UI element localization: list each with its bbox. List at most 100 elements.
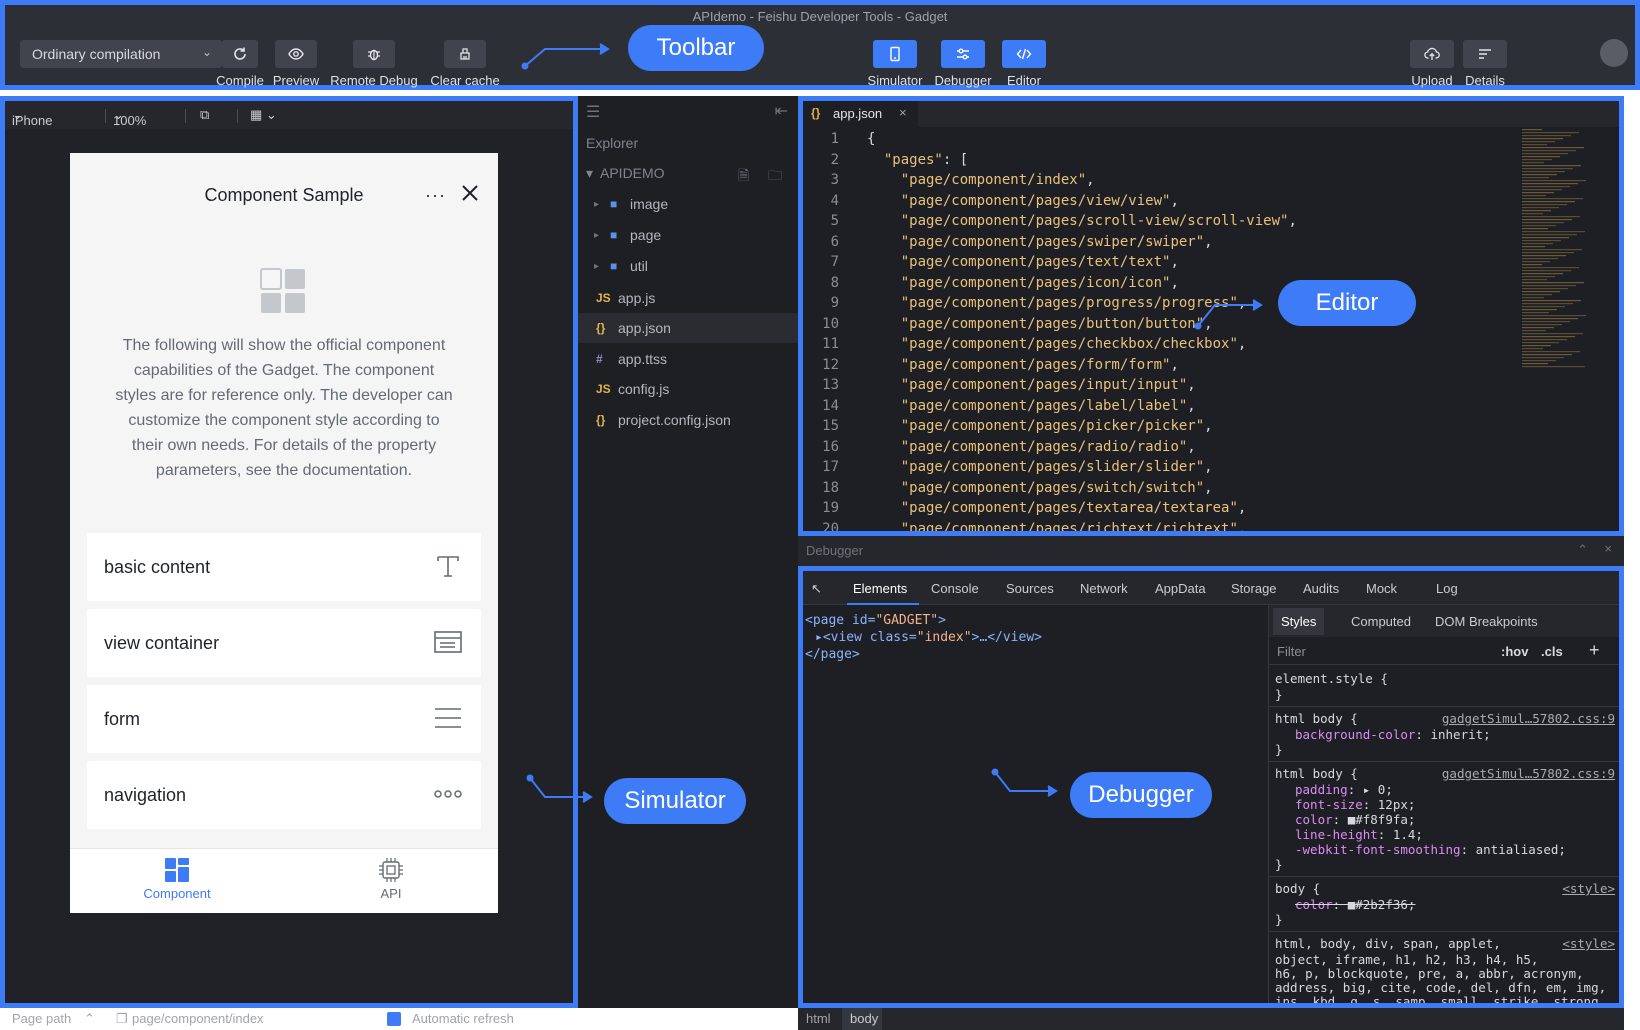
minimap-line — [1522, 237, 1569, 239]
new-folder-icon[interactable]: 🗀 — [768, 165, 782, 189]
styles-tab-dom-breakpoints[interactable]: DOM Breakpoints — [1435, 614, 1538, 629]
editor-tab-app-json[interactable]: {} app.json × — [803, 101, 918, 127]
rule-selector[interactable]: element.style { — [1275, 671, 1615, 687]
close-tab-icon[interactable]: × — [899, 105, 907, 120]
collapse-panel-icon[interactable]: ⇤ — [775, 101, 788, 121]
chevron-up-icon[interactable]: ⌃ — [1577, 542, 1588, 558]
tab-component[interactable]: Component — [70, 857, 284, 901]
tab-api[interactable]: API — [284, 857, 498, 901]
rule-property[interactable]: background-color: inherit; — [1295, 727, 1619, 743]
zoom-select[interactable]: 100% ⌄ — [113, 107, 146, 128]
tab-network[interactable]: Network — [1080, 581, 1128, 596]
minimap-line — [1522, 234, 1577, 236]
tab-appdata[interactable]: AppData — [1155, 581, 1206, 596]
minimap-line — [1522, 162, 1544, 164]
file-item[interactable]: JS config.js — [578, 374, 798, 404]
device-select[interactable]: iPhone 7 ⌄ — [12, 107, 52, 143]
breadcrumb-body[interactable]: body — [850, 1011, 878, 1026]
auto-refresh-checkbox[interactable] — [387, 1012, 401, 1026]
details-button[interactable] — [1463, 40, 1507, 68]
rule-property[interactable]: font-size: 12px; — [1295, 797, 1619, 813]
card-basic-content[interactable]: basic content — [87, 533, 481, 601]
simulator-topbar: iPhone 7 ⌄ 100% ⌄ ⧉ ▦ ⌄ — [5, 101, 573, 143]
rotate-icon[interactable]: ⧉ — [200, 107, 209, 123]
divider — [237, 109, 238, 123]
upload-button[interactable] — [1410, 40, 1454, 68]
minimap-line — [1522, 189, 1562, 191]
file-item[interactable]: {} project.config.json — [578, 405, 798, 435]
debugger-callout: Debugger — [1070, 772, 1212, 818]
code-line: "page/component/pages/label/label", — [900, 397, 1196, 414]
remote-debug-button[interactable] — [353, 40, 395, 68]
layout-grid-icon[interactable]: ▦ ⌄ — [250, 107, 277, 123]
rule-property[interactable]: ins, kbd, q, s, samp, small, strike, str… — [1275, 994, 1615, 1003]
hov-toggle[interactable]: :hov — [1501, 644, 1528, 659]
preview-button[interactable] — [275, 40, 317, 68]
cls-toggle[interactable]: .cls — [1541, 644, 1563, 659]
dom-node[interactable]: <page id="GADGET"> — [803, 612, 1268, 629]
rule-selector[interactable]: html body {gadgetSimul…57802.css:9 — [1275, 711, 1615, 727]
filter-input[interactable]: Filter — [1277, 644, 1306, 659]
tab-mock[interactable]: Mock — [1366, 581, 1397, 596]
avatar[interactable] — [1600, 39, 1628, 67]
card-form[interactable]: form — [87, 685, 481, 753]
dom-node[interactable]: ▸<view class="index">…</view> — [803, 629, 1268, 646]
file-item[interactable]: # app.ttss — [578, 344, 798, 374]
card-navigation[interactable]: navigation — [87, 761, 481, 829]
rule-source-link[interactable]: gadgetSimul…57802.css:9 — [1442, 766, 1615, 782]
inspect-cursor-icon[interactable]: ↖ — [811, 581, 822, 597]
folder-item[interactable]: ▸ ■ util — [578, 251, 798, 281]
rule-selector[interactable]: html, body, div, span, applet, <style> — [1275, 936, 1615, 952]
folder-item[interactable]: ▸ ■ page — [578, 220, 798, 250]
copy-icon[interactable]: ❐ — [116, 1011, 128, 1027]
code-editor[interactable]: 1 {2 "pages": [3 "page/component/index", 4… — [803, 127, 1523, 531]
project-root[interactable]: ▾ APIDEMO 🗎 🗀 — [578, 158, 798, 188]
tab-elements[interactable]: Elements — [853, 581, 907, 596]
clear-cache-button[interactable] — [444, 40, 486, 68]
rule-property[interactable]: line-height: 1.4; — [1295, 827, 1619, 843]
file-item[interactable]: {} app.json — [578, 313, 798, 343]
caret-down-icon: ▾ — [586, 165, 594, 181]
list-icon[interactable]: ☰ — [586, 102, 600, 122]
rule-property[interactable]: -webkit-font-smoothing: antialiased; — [1295, 842, 1619, 858]
add-rule-icon[interactable]: + — [1589, 640, 1600, 661]
minimap-line — [1522, 324, 1562, 326]
new-file-icon[interactable]: 🗎 — [738, 165, 749, 189]
tab-storage[interactable]: Storage — [1231, 581, 1277, 596]
page-path-label[interactable]: Page path — [12, 1011, 71, 1026]
tab-audits[interactable]: Audits — [1303, 581, 1339, 596]
card-view-container[interactable]: view container — [87, 609, 481, 677]
rule-property[interactable]: padding: ▸ 0; — [1295, 782, 1619, 798]
debugger-toggle-button[interactable] — [941, 40, 985, 68]
file-name: app.json — [618, 320, 671, 336]
file-item[interactable]: JS app.js — [578, 283, 798, 313]
simulator-toggle-button[interactable] — [873, 40, 917, 68]
styles-tab-styles[interactable]: Styles — [1273, 608, 1325, 635]
more-icon[interactable]: ··· — [425, 185, 446, 206]
rule-source-link[interactable]: <style> — [1562, 881, 1615, 897]
code-minimap[interactable] — [1522, 129, 1618, 529]
rule-property[interactable]: color: ■#f8f9fa; — [1295, 812, 1619, 828]
close-icon[interactable]: × — [1604, 541, 1612, 556]
line-number: 16 — [822, 438, 839, 455]
rule-source-link[interactable]: gadgetSimul…57802.css:9 — [1442, 711, 1615, 727]
close-icon[interactable] — [460, 183, 480, 203]
dom-node[interactable]: </page> — [803, 646, 1268, 663]
tab-log[interactable]: Log — [1436, 581, 1458, 596]
editor-toggle-button[interactable] — [1002, 40, 1046, 68]
folder-icon: ■ — [610, 259, 618, 273]
dom-tree[interactable]: <page id="GADGET"> ▸<view class="index">…… — [803, 612, 1268, 663]
code-line: "pages": [ — [883, 151, 969, 168]
rule-selector[interactable]: body {<style> — [1275, 881, 1615, 897]
breadcrumb-html[interactable]: html — [806, 1011, 831, 1026]
compile-mode-select[interactable]: Ordinary compilation ⌄ — [20, 40, 222, 68]
folder-item[interactable]: ▸ ■ image — [578, 189, 798, 219]
rule-selector[interactable]: html body {gadgetSimul…57802.css:9 — [1275, 766, 1615, 782]
rule-source-link[interactable]: <style> — [1562, 936, 1615, 952]
styles-tab-computed[interactable]: Computed — [1351, 614, 1411, 629]
rule-property[interactable]: color: ■#2b2f36; — [1295, 897, 1619, 913]
tab-sources[interactable]: Sources — [1006, 581, 1054, 596]
tab-console[interactable]: Console — [931, 581, 979, 596]
compile-button[interactable] — [222, 40, 258, 68]
minimap-line — [1522, 258, 1558, 260]
